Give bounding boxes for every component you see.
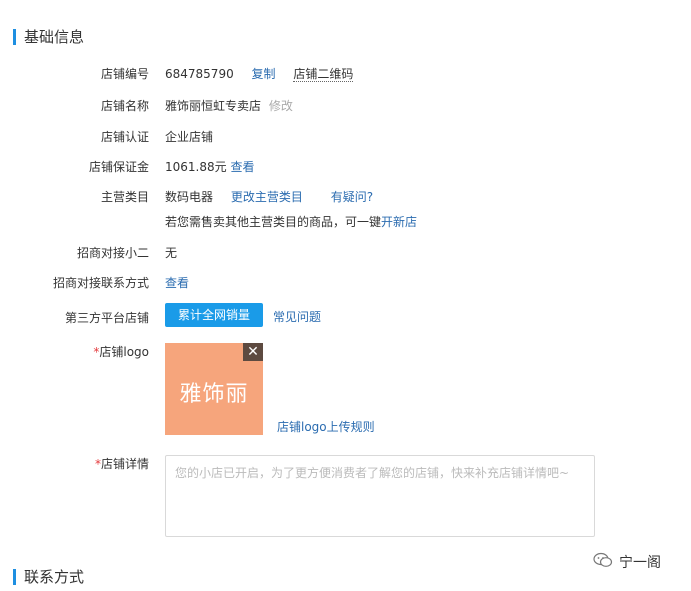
store-qr-link[interactable]: 店铺二维码 bbox=[293, 67, 354, 82]
third-party-label: 第三方平台店铺 bbox=[64, 311, 149, 325]
store-id-label: 店铺编号 bbox=[100, 67, 149, 81]
store-id-row: 684785790 复制 店铺二维码 bbox=[165, 65, 354, 82]
deposit-label: 店铺保证金 bbox=[88, 160, 149, 174]
deposit-row: 1061.88元 查看 bbox=[165, 158, 254, 175]
deposit-value: 1061.88元 bbox=[165, 160, 227, 174]
copy-link[interactable]: 复制 bbox=[252, 67, 276, 81]
watermark-text: 宁一阁 bbox=[619, 555, 661, 571]
total-sales-button[interactable]: 累计全网销量 bbox=[165, 303, 263, 327]
watermark: 宁一阁 bbox=[593, 552, 661, 572]
main-category-label: 主营类目 bbox=[100, 190, 149, 204]
deposit-view-link[interactable]: 查看 bbox=[230, 160, 254, 174]
merchant-contact-label: 招商对接小二 bbox=[76, 246, 149, 260]
store-detail-textarea[interactable] bbox=[165, 455, 595, 537]
category-hint: 若您需售卖其他主营类目的商品，可一键开新店 bbox=[165, 213, 417, 230]
change-category-link[interactable]: 更改主营类目 bbox=[231, 190, 303, 204]
merchant-contact-value: 无 bbox=[165, 246, 178, 260]
logo-rules-link[interactable]: 店铺logo上传规则 bbox=[277, 418, 375, 435]
category-question-link[interactable]: 有疑问? bbox=[331, 190, 373, 204]
store-logo-text: 雅饰丽 bbox=[179, 382, 249, 407]
edit-name-link[interactable]: 修改 bbox=[269, 99, 293, 113]
section-title-basic: 基础信息 bbox=[13, 29, 84, 45]
store-name-row: 雅饰丽恒虹专卖店 修改 bbox=[165, 97, 293, 114]
store-logo-image[interactable]: 雅饰丽 ✕ bbox=[165, 343, 263, 435]
store-logo-label: 店铺logo bbox=[99, 345, 149, 359]
wechat-icon bbox=[593, 552, 613, 572]
merchant-contact-method-label: 招商对接联系方式 bbox=[52, 276, 149, 290]
store-id-value: 684785790 bbox=[165, 67, 234, 81]
faq-link[interactable]: 常见问题 bbox=[273, 308, 321, 325]
certification-label: 店铺认证 bbox=[100, 130, 149, 144]
store-name-label: 店铺名称 bbox=[100, 99, 149, 113]
store-name-value: 雅饰丽恒虹专卖店 bbox=[165, 99, 262, 113]
open-new-store-link[interactable]: 开新店 bbox=[381, 215, 417, 229]
close-icon[interactable]: ✕ bbox=[243, 343, 263, 361]
category-hint-text: 若您需售卖其他主营类目的商品，可一键 bbox=[165, 215, 382, 229]
store-detail-label-row: *店铺详情 bbox=[95, 455, 149, 472]
store-logo-label-row: *店铺logo bbox=[93, 343, 149, 360]
store-detail-label: 店铺详情 bbox=[100, 457, 149, 471]
section-title-contact: 联系方式 bbox=[13, 569, 84, 585]
certification-value: 企业店铺 bbox=[165, 130, 214, 144]
main-category-row: 数码电器 更改主营类目 有疑问? bbox=[165, 188, 373, 205]
merchant-contact-view-link[interactable]: 查看 bbox=[165, 274, 189, 291]
main-category-value: 数码电器 bbox=[165, 190, 214, 204]
